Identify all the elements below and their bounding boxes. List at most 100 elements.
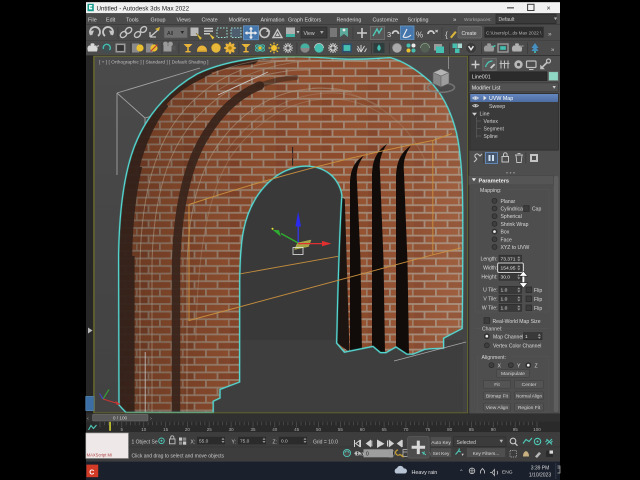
svg-text:Cap: Cap — [532, 207, 542, 213]
svg-text:3:39 PM: 3:39 PM — [531, 465, 550, 471]
svg-text:95: 95 — [513, 427, 519, 432]
svg-text:%: % — [416, 31, 423, 40]
svg-text:3: 3 — [387, 30, 391, 39]
svg-text:Vertex Color Channel: Vertex Color Channel — [493, 344, 541, 350]
svg-text:File: File — [88, 17, 97, 23]
svg-text:Planar: Planar — [501, 199, 516, 205]
svg-text:Channel:: Channel: — [482, 327, 502, 333]
svg-text:Fit: Fit — [494, 382, 500, 388]
svg-text:UVW Map: UVW Map — [489, 96, 513, 102]
svg-text:60: 60 — [360, 427, 366, 432]
svg-text:Y: Y — [517, 363, 521, 369]
svg-text:Height:: Height: — [481, 274, 497, 280]
svg-text:75: 75 — [425, 427, 431, 432]
svg-text:35: 35 — [250, 427, 256, 432]
svg-text:Scripting: Scripting — [408, 17, 429, 23]
svg-text:154.95: 154.95 — [501, 266, 516, 272]
svg-text:W Tile:: W Tile: — [482, 305, 498, 311]
svg-text:40: 40 — [272, 427, 278, 432]
svg-text:Width:: Width: — [483, 265, 497, 271]
svg-text:Line001: Line001 — [472, 74, 491, 80]
svg-text:‹: ‹ — [87, 416, 89, 422]
svg-text:Selected: Selected — [457, 440, 477, 446]
svg-text:Create: Create — [202, 17, 218, 23]
svg-text:»: » — [548, 31, 552, 38]
svg-text:Shrink Wrap: Shrink Wrap — [501, 222, 529, 228]
svg-text:Default: Default — [499, 17, 515, 23]
svg-text:10: 10 — [141, 427, 147, 432]
svg-text:XYZ to UVW: XYZ to UVW — [501, 245, 530, 251]
svg-text:Vertex: Vertex — [484, 119, 499, 125]
svg-text:Face: Face — [501, 237, 512, 243]
svg-text:Customize: Customize — [373, 17, 398, 23]
svg-text:25: 25 — [207, 427, 213, 432]
svg-text:45: 45 — [294, 427, 300, 432]
svg-text:Z:: Z: — [273, 439, 277, 445]
svg-text:Region Fit: Region Fit — [518, 405, 541, 411]
svg-text:Key Filters...: Key Filters... — [473, 451, 500, 457]
svg-text:Workspaces:: Workspaces: — [464, 17, 492, 23]
svg-text:C: C — [89, 470, 94, 477]
svg-text:›: › — [150, 416, 152, 422]
svg-text:Spline: Spline — [484, 134, 498, 140]
svg-text:Animation: Animation — [261, 17, 285, 23]
svg-text:Segment: Segment — [484, 127, 505, 133]
svg-text:Parameters: Parameters — [479, 179, 509, 185]
svg-text:Set Key: Set Key — [433, 451, 450, 457]
svg-text:Group: Group — [151, 17, 166, 23]
svg-text:Spherical: Spherical — [501, 214, 522, 220]
svg-text:Graph Editors: Graph Editors — [288, 17, 322, 23]
svg-text:Modifier List: Modifier List — [472, 86, 501, 92]
svg-text:Center: Center — [522, 382, 537, 388]
svg-text:Mapping:: Mapping: — [480, 188, 501, 194]
svg-text:Map Channel:: Map Channel: — [493, 334, 525, 340]
svg-text:0 / 100: 0 / 100 — [113, 416, 128, 421]
svg-text:Auto Key: Auto Key — [431, 440, 451, 446]
svg-text:Alignment:: Alignment: — [482, 355, 507, 361]
svg-text:50: 50 — [316, 427, 322, 432]
svg-text:Untitled - Autodesk 3ds Max 20: Untitled - Autodesk 3ds Max 2022 — [97, 5, 190, 12]
svg-text:X: X — [498, 363, 502, 369]
svg-text:0.0: 0.0 — [281, 439, 288, 445]
svg-text:Bitmap Fit: Bitmap Fit — [486, 394, 509, 400]
svg-text:85: 85 — [469, 427, 475, 432]
svg-text:Y:: Y: — [232, 439, 236, 445]
svg-text:15: 15 — [163, 427, 169, 432]
svg-text:ENG: ENG — [502, 470, 513, 476]
svg-text:1.0: 1.0 — [501, 297, 508, 303]
svg-text:0: 0 — [366, 451, 369, 457]
svg-text:20: 20 — [185, 427, 191, 432]
svg-text:Length:: Length: — [481, 256, 498, 262]
svg-text:90: 90 — [491, 427, 497, 432]
svg-text:Grid = 10.0: Grid = 10.0 — [313, 439, 338, 445]
svg-text:{: { — [445, 30, 448, 40]
svg-text:65: 65 — [382, 427, 388, 432]
svg-text:Z: Z — [535, 363, 538, 369]
svg-text:Edit: Edit — [106, 17, 116, 23]
svg-text:View Align: View Align — [486, 405, 509, 411]
svg-text:[ + ] [ Orthographic ] [ Stand: [ + ] [ Orthographic ] [ Standard ] [ De… — [99, 60, 208, 66]
svg-text:Normal Align: Normal Align — [516, 394, 542, 399]
svg-text:1: 1 — [525, 334, 528, 340]
svg-text:Sweep: Sweep — [489, 104, 505, 110]
svg-text:73.371: 73.371 — [501, 257, 516, 263]
svg-text:55: 55 — [338, 427, 344, 432]
svg-text:1/10/2023: 1/10/2023 — [529, 472, 551, 478]
svg-text:Create: Create — [462, 31, 477, 37]
svg-text:Flip: Flip — [534, 288, 542, 294]
svg-text:Box: Box — [501, 230, 510, 236]
svg-text:U Tile:: U Tile: — [483, 287, 497, 293]
svg-text:⌃: ⌃ — [459, 469, 464, 476]
svg-text:View: View — [304, 31, 315, 37]
svg-text:Modifiers: Modifiers — [229, 17, 251, 23]
svg-text:Click and drag to select and m: Click and drag to select and move object… — [132, 454, 225, 460]
svg-text:1.0: 1.0 — [501, 306, 508, 312]
svg-text:Tools: Tools — [126, 17, 139, 23]
svg-text:X:: X: — [191, 439, 196, 445]
svg-text:1 Object Se: 1 Object Se — [132, 440, 158, 446]
svg-text:70: 70 — [403, 427, 409, 432]
svg-text:100: 100 — [533, 427, 541, 432]
svg-text:Line: Line — [480, 112, 490, 118]
svg-text:Real-World Map Size: Real-World Map Size — [493, 319, 541, 325]
svg-text:Cylindrical: Cylindrical — [501, 207, 525, 213]
